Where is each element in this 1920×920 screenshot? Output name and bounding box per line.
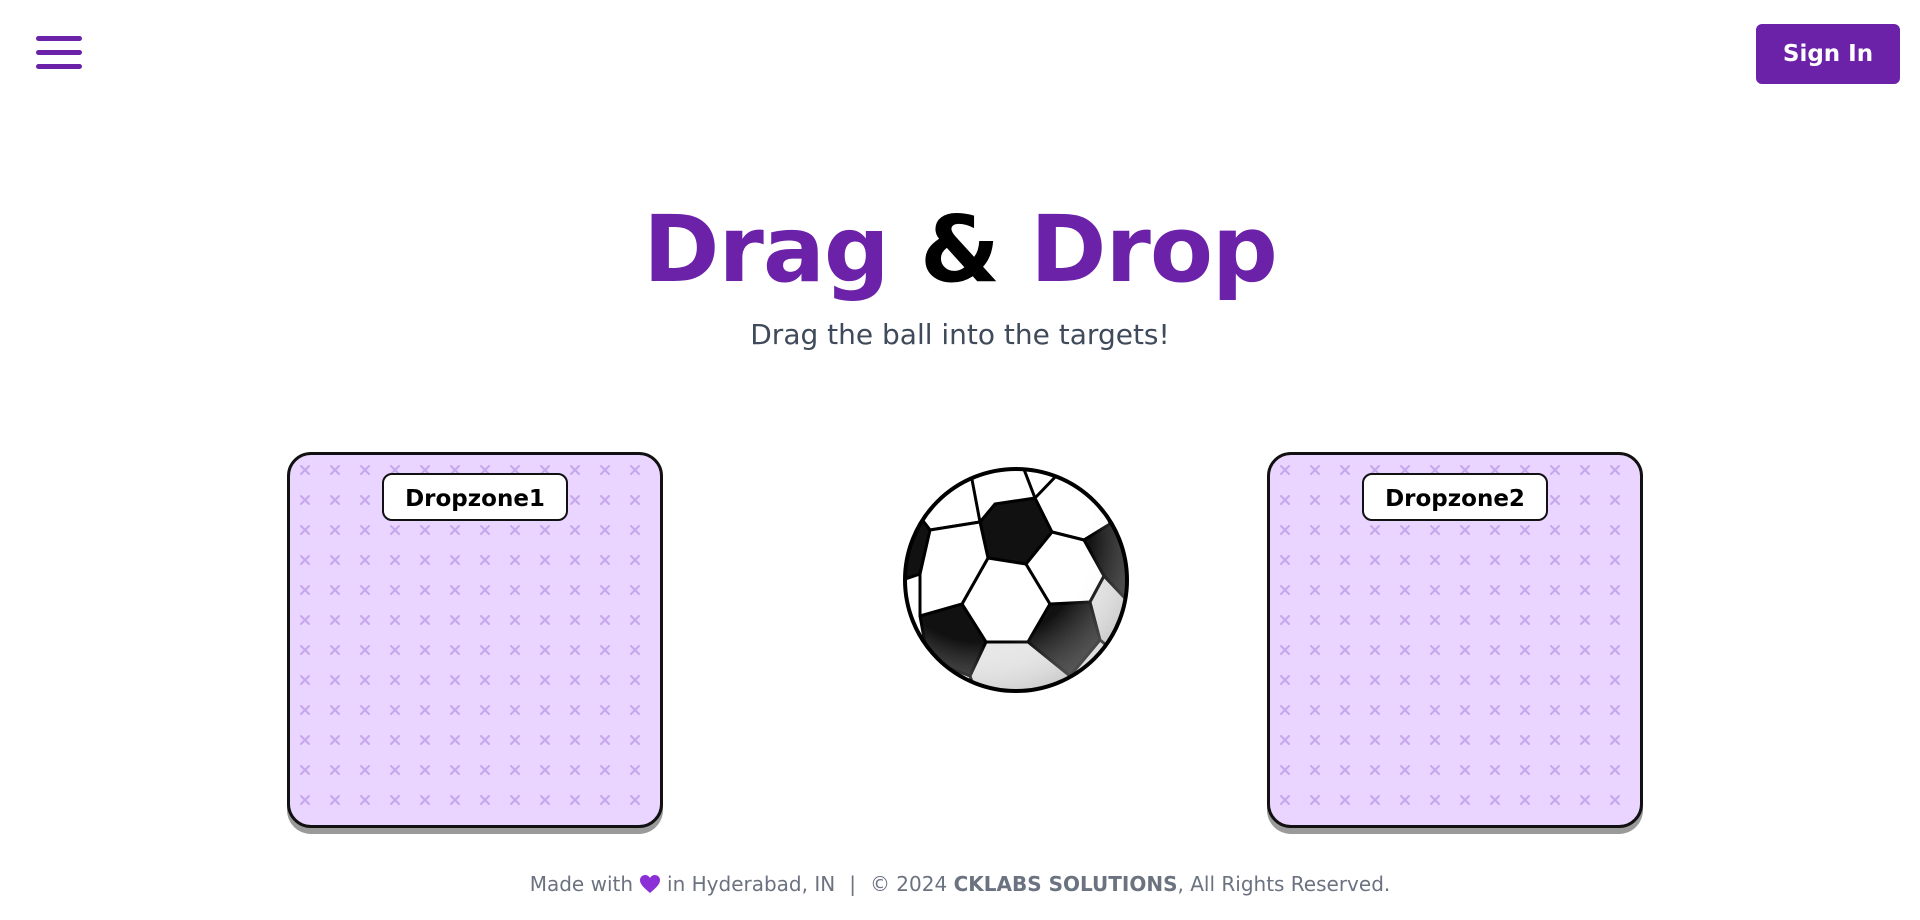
footer-company: CKLABS SOLUTIONS <box>953 872 1178 896</box>
footer-copyright: © 2024 <box>869 872 948 896</box>
title-drag: Drag <box>643 196 890 303</box>
page-title: Drag & Drop <box>0 196 1920 304</box>
soccer-ball-icon[interactable] <box>900 464 1132 696</box>
dropzone-1-label: Dropzone1 <box>382 473 568 521</box>
purple-heart-icon <box>639 874 661 899</box>
footer-rights: , All Rights Reserved. <box>1177 872 1391 896</box>
dropzone-1[interactable]: Dropzone1 <box>287 452 663 828</box>
footer-made-with: Made with <box>529 872 634 896</box>
title-drop: Drop <box>1030 196 1278 303</box>
footer-separator: | <box>849 872 856 896</box>
page-subtitle: Drag the ball into the targets! <box>750 318 1170 351</box>
hamburger-menu-icon[interactable] <box>36 34 84 74</box>
dropzone-2[interactable]: Dropzone2 <box>1267 452 1643 828</box>
dropzone-2-label: Dropzone2 <box>1362 473 1548 521</box>
sign-in-button[interactable]: Sign In <box>1756 24 1900 84</box>
menu-bar <box>36 50 82 55</box>
menu-bar <box>36 36 82 41</box>
footer: Made with in Hyderabad, IN | © 2024 CKLABS … <box>0 872 1920 899</box>
footer-location: in Hyderabad, IN <box>667 872 836 896</box>
title-ampersand: & <box>919 196 1000 303</box>
menu-bar <box>36 64 82 69</box>
